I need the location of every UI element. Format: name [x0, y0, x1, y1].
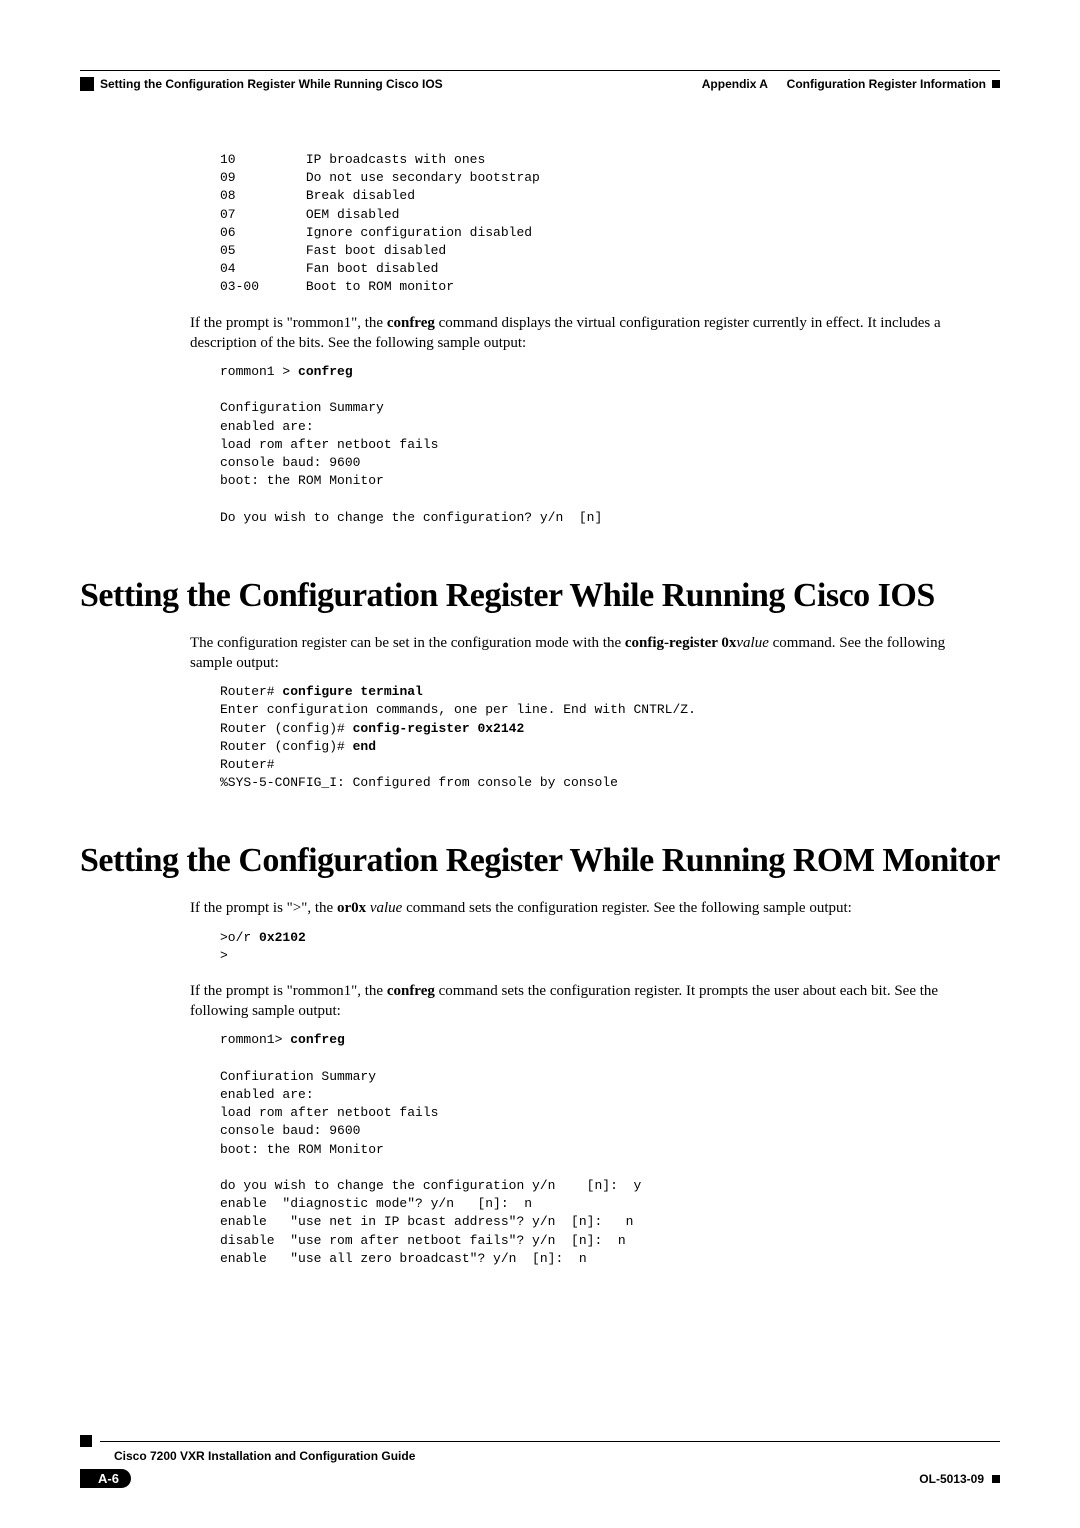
page-number: A-6 — [80, 1469, 131, 1488]
header-right: Appendix A Configuration Register Inform… — [702, 77, 1000, 91]
appendix-title: Configuration Register Information — [787, 77, 986, 91]
paragraph-1: If the prompt is "rommon1", the confreg … — [190, 313, 990, 354]
code-sample-3: Router# configure terminal Enter configu… — [220, 683, 1000, 792]
header-square-icon — [80, 77, 94, 91]
footer-doc-title: Cisco 7200 VXR Installation and Configur… — [114, 1449, 1000, 1463]
footer-rule — [100, 1441, 1000, 1442]
footer-end-square-icon — [992, 1475, 1000, 1483]
header-end-square-icon — [992, 80, 1000, 88]
code-sample-1: 10 IP broadcasts with ones 09 Do not use… — [220, 151, 1000, 297]
heading-rom: Setting the Configuration Register While… — [80, 842, 1000, 880]
header-rule — [80, 70, 1000, 71]
code-sample-4: >o/r 0x2102 > — [220, 929, 1000, 965]
header-section: Setting the Configuration Register While… — [100, 77, 443, 91]
footer-square-icon — [80, 1435, 92, 1447]
code-sample-5: rommon1> confreg Confiuration Summary en… — [220, 1031, 1000, 1267]
code-sample-2: rommon1 > confreg Configuration Summary … — [220, 363, 1000, 527]
paragraph-2: The configuration register can be set in… — [190, 633, 990, 674]
page-footer: Cisco 7200 VXR Installation and Configur… — [80, 1435, 1000, 1488]
paragraph-3: If the prompt is ">", the or0x value com… — [190, 898, 990, 918]
appendix-label: Appendix A — [702, 77, 768, 91]
page-header: Setting the Configuration Register While… — [80, 77, 1000, 91]
paragraph-4: If the prompt is "rommon1", the confreg … — [190, 981, 990, 1022]
heading-ios: Setting the Configuration Register While… — [80, 577, 1000, 615]
header-left: Setting the Configuration Register While… — [80, 77, 443, 91]
footer-doc-id: OL-5013-09 — [919, 1472, 1000, 1486]
